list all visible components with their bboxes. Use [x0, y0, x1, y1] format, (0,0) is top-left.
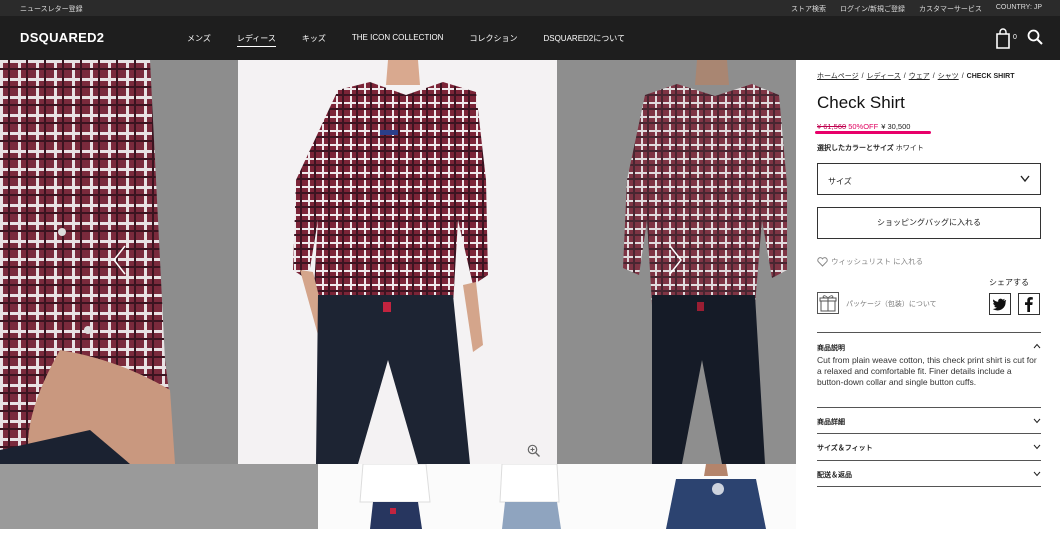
cart-count: 0	[1013, 34, 1017, 41]
utility-links: ストア検索 ログイン/新規ご登録 カスタマーサービス COUNTRY: JP	[791, 4, 1042, 14]
thumbnail-strip	[0, 463, 796, 529]
accordion-size-fit-title[interactable]: サイズ＆フィット	[817, 443, 873, 453]
login-link[interactable]: ログイン/新規ご登録	[840, 4, 905, 14]
cart-button[interactable]: 0	[994, 27, 1022, 49]
gallery-image-next[interactable]	[557, 60, 796, 464]
nav-links: メンズ レディース キッズ THE ICON COLLECTION コレクション…	[187, 33, 651, 47]
selected-color-value: ホワイト	[895, 145, 924, 152]
breadcrumb-ladies[interactable]: レディース	[867, 73, 901, 80]
share-label: シェアする	[989, 278, 1029, 287]
product-gallery	[0, 60, 796, 529]
main-nav: DSQUARED2 メンズ レディース キッズ THE ICON COLLECT…	[0, 16, 1060, 60]
nav-item-mens[interactable]: メンズ	[187, 33, 211, 47]
divider	[817, 332, 1041, 333]
facebook-icon	[1025, 297, 1033, 312]
chevron-down-icon[interactable]	[1033, 471, 1041, 477]
search-icon	[1027, 29, 1043, 45]
utility-bar: ニュースレター登録 ストア検索 ログイン/新規ご登録 カスタマーサービス COU…	[0, 0, 1060, 16]
gift-icon	[819, 295, 837, 312]
package-info-link[interactable]: パッケージ（包装）について	[846, 299, 937, 309]
twitter-icon	[992, 298, 1007, 311]
breadcrumb-shirts[interactable]: シャツ	[938, 73, 959, 80]
shopping-bag-icon	[996, 28, 1010, 49]
chevron-right-icon[interactable]	[669, 245, 683, 275]
size-select-label: サイズ	[828, 177, 852, 186]
breadcrumb: ホームページ / レディース / ウェア / シャツ / CHECK SHIRT	[817, 73, 1015, 80]
thumbnail-gray[interactable]	[0, 464, 318, 529]
discount-badge: 50%OFF	[848, 122, 879, 131]
breadcrumb-wear[interactable]: ウェア	[909, 73, 930, 80]
light-denim-thumb-image	[499, 463, 561, 529]
breadcrumb-current: CHECK SHIRT	[966, 73, 1015, 80]
selected-color-line: 選択したカラーとサイズ ホワイト	[817, 143, 924, 153]
nav-item-collection[interactable]: コレクション	[469, 33, 517, 47]
twitter-share-button[interactable]	[989, 293, 1011, 315]
add-to-bag-button[interactable]: ショッピングバッグに入れる	[817, 207, 1041, 239]
size-select[interactable]: サイズ	[817, 163, 1041, 195]
divider	[817, 486, 1041, 487]
price-highlight-mark	[815, 131, 931, 134]
divider	[817, 407, 1041, 408]
divider	[817, 433, 1041, 434]
search-button[interactable]	[1027, 29, 1043, 45]
original-price: ¥ 61,560	[817, 122, 847, 131]
gift-package-button[interactable]	[817, 292, 839, 314]
thumbnail-white-shirt[interactable]	[318, 463, 477, 529]
facebook-share-button[interactable]	[1018, 293, 1040, 315]
accordion-details-title[interactable]: 商品詳細	[817, 417, 845, 427]
chevron-down-icon	[1020, 175, 1030, 183]
selected-color-label: 選択したカラーとサイズ	[817, 145, 894, 152]
accordion-description-title[interactable]: 商品説明	[817, 343, 845, 353]
gallery-image-prev[interactable]	[0, 60, 238, 464]
chevron-down-icon[interactable]	[1033, 418, 1041, 424]
model-front-image	[238, 60, 557, 464]
nav-item-ladies[interactable]: レディース	[236, 33, 276, 47]
customer-service-link[interactable]: カスタマーサービス	[919, 4, 982, 14]
newsletter-link[interactable]: ニュースレター登録	[20, 4, 83, 14]
sale-price: ¥ 30,500	[881, 122, 911, 131]
nav-item-kids[interactable]: キッズ	[302, 33, 326, 47]
product-title: Check Shirt	[817, 93, 905, 112]
gallery-image-main[interactable]	[238, 60, 557, 464]
brand-logo[interactable]: DSQUARED2	[20, 30, 104, 45]
heart-icon	[817, 256, 828, 267]
divider	[817, 460, 1041, 461]
nav-item-icon-collection[interactable]: THE ICON COLLECTION	[352, 33, 444, 47]
product-info-panel: ホームページ / レディース / ウェア / シャツ / CHECK SHIRT Check S…	[815, 60, 1041, 529]
nav-item-about[interactable]: DSQUARED2について	[543, 33, 625, 47]
accordion-shipping-title[interactable]: 配送＆返品	[817, 470, 852, 480]
store-locator-link[interactable]: ストア検索	[791, 4, 826, 14]
denim-jacket-thumb-image	[666, 464, 766, 529]
wishlist-label: ウィッシュリスト に入れる	[831, 257, 924, 266]
white-shirt-thumb-image	[359, 463, 431, 529]
thumbnail-denim-jacket[interactable]	[636, 464, 796, 529]
chevron-down-icon[interactable]	[1033, 444, 1041, 450]
chevron-up-icon[interactable]	[1033, 343, 1041, 349]
breadcrumb-home[interactable]: ホームページ	[817, 73, 859, 80]
wishlist-link[interactable]: ウィッシュリスト に入れる	[817, 256, 923, 267]
product-description: Cut from plain weave cotton, this check …	[817, 355, 1037, 387]
chevron-left-icon[interactable]	[112, 245, 126, 275]
zoom-icon[interactable]	[527, 444, 540, 457]
country-selector[interactable]: COUNTRY: JP	[996, 4, 1042, 14]
thumbnail-light-denim[interactable]	[477, 463, 636, 529]
price-row: ¥ 61,560 50%OFF ¥ 30,500	[817, 122, 910, 131]
